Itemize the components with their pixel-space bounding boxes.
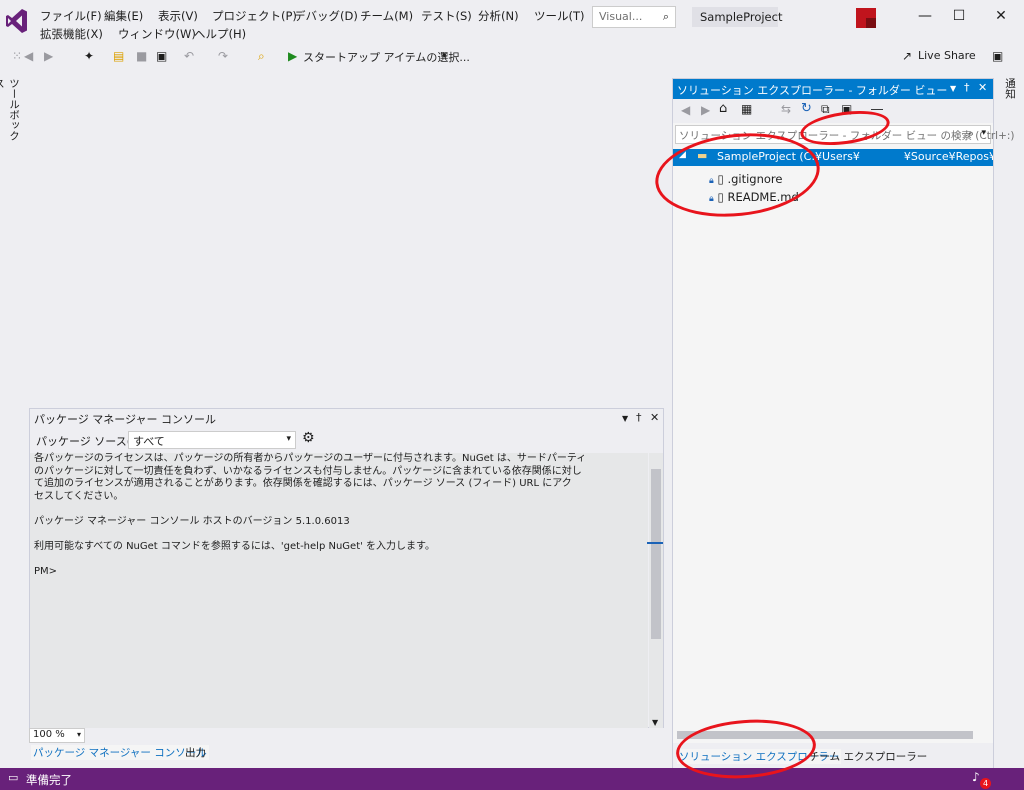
- menu-edit[interactable]: 編集(E): [104, 8, 143, 24]
- notifications-tab[interactable]: 通知: [1000, 78, 1018, 108]
- save-icon[interactable]: ■: [136, 49, 147, 63]
- menu-debug[interactable]: デバッグ(D): [294, 8, 358, 24]
- bottom-tab-strip: パッケージ マネージャー コンソール 出力: [29, 743, 664, 763]
- package-source-row: パッケージ ソース(K): すべて ▾ ⚙: [30, 429, 663, 453]
- search-icon: ⌕: [662, 10, 669, 23]
- toolbox-tab[interactable]: ツールボックス: [0, 78, 22, 148]
- menu-extensions[interactable]: 拡張機能(X): [40, 26, 103, 42]
- console-prompt: PM>: [34, 565, 58, 577]
- scroll-marker: [647, 542, 663, 544]
- console-line: 利用可能なすべての NuGet コマンドを参照するには、'get-help Nu…: [34, 540, 436, 552]
- undo-icon[interactable]: ↶: [184, 49, 194, 63]
- back-icon[interactable]: ◀: [681, 103, 690, 117]
- console-output[interactable]: 各パッケージのライセンスは、パッケージの所有者からパッケージのユーザーに付与され…: [30, 453, 648, 729]
- console-line: 各パッケージのライセンスは、パッケージの所有者からパッケージのユーザーに付与され…: [34, 453, 587, 464]
- pin-icon[interactable]: †: [964, 81, 970, 94]
- quick-search-input[interactable]: Visual... ⌕: [592, 6, 676, 28]
- notification-count-badge: 4: [980, 778, 991, 789]
- live-share-icon[interactable]: ↗: [902, 49, 912, 63]
- quick-search-placeholder: Visual...: [599, 10, 643, 23]
- close-panel-icon[interactable]: ✕: [650, 411, 659, 424]
- live-share-button[interactable]: Live Share: [918, 49, 976, 62]
- open-file-icon[interactable]: ▤: [113, 49, 124, 63]
- close-icon[interactable]: ✕: [984, 4, 1018, 28]
- chevron-down-icon[interactable]: ▼: [622, 414, 628, 423]
- standard-toolbar: [0, 46, 1024, 68]
- status-icon: ▭: [8, 771, 19, 784]
- forward-icon[interactable]: ▶: [701, 103, 710, 117]
- status-bar: ▭ 準備完了 ♪ 4: [0, 768, 1024, 790]
- menu-project[interactable]: プロジェクト(P): [212, 8, 297, 24]
- project-name-badge: SampleProject: [692, 7, 782, 27]
- scroll-down-icon[interactable]: ▼: [652, 718, 658, 727]
- status-text: 準備完了: [26, 773, 72, 787]
- minimize-icon[interactable]: —: [908, 4, 942, 28]
- menu-file[interactable]: ファイル(F): [40, 8, 102, 24]
- menu-team[interactable]: チーム(M): [360, 8, 413, 24]
- solution-explorer-title: ソリューション エクスプローラー - フォルダー ビュー: [677, 84, 948, 97]
- zoom-value: 100 %: [33, 729, 65, 740]
- sync-icon[interactable]: ⇆: [781, 102, 791, 116]
- console-line: セスしてください。: [34, 490, 124, 502]
- new-project-icon[interactable]: ✦: [84, 49, 94, 63]
- back-icon[interactable]: ◀: [24, 49, 33, 63]
- switch-views-icon[interactable]: ▦: [741, 102, 752, 116]
- close-panel-icon[interactable]: ✕: [978, 81, 987, 94]
- vertical-scrollbar[interactable]: ▼: [647, 453, 663, 729]
- refresh-icon[interactable]: ↻: [801, 101, 812, 116]
- menu-analyze[interactable]: 分析(N): [478, 8, 519, 24]
- maximize-icon[interactable]: ☐: [942, 4, 976, 28]
- tab-package-manager-console[interactable]: パッケージ マネージャー コンソール: [31, 745, 209, 760]
- find-in-files-icon[interactable]: ⌕: [258, 49, 265, 64]
- search-icon: ⌕: [967, 127, 974, 140]
- solution-explorer-header: ソリューション エクスプローラー - フォルダー ビュー ▼ † ✕: [673, 79, 993, 99]
- package-manager-header: パッケージ マネージャー コンソール ▼ † ✕: [30, 409, 663, 427]
- feedback-icon[interactable]: ▣: [992, 49, 1003, 63]
- home-icon[interactable]: ⌂: [719, 101, 727, 116]
- package-source-value: すべて: [133, 435, 165, 448]
- menu-tools[interactable]: ツール(T): [534, 8, 585, 24]
- package-manager-title: パッケージ マネージャー コンソール: [34, 413, 217, 426]
- toolbar-grip: ⁙: [12, 49, 23, 63]
- menu-help[interactable]: ヘルプ(H): [194, 26, 246, 42]
- account-avatar-icon[interactable]: [856, 8, 876, 28]
- tab-team-explorer[interactable]: チーム エクスプローラー: [809, 749, 927, 764]
- visual-studio-logo-icon: [6, 9, 27, 33]
- chevron-down-icon[interactable]: ▾: [442, 51, 447, 61]
- console-line: て追加のライセンスが適用されることがあります。依存関係を確認するには、パッケージ…: [34, 478, 572, 489]
- package-manager-console-panel: パッケージ マネージャー コンソール ▼ † ✕ パッケージ ソース(K): す…: [29, 408, 664, 729]
- save-all-icon[interactable]: ▣: [156, 49, 167, 63]
- chevron-down-icon: ▾: [76, 730, 81, 739]
- console-line: パッケージ マネージャー コンソール ホストのバージョン 5.1.0.6013: [34, 515, 350, 527]
- zoom-bar: 100 % ▾: [29, 728, 664, 743]
- scrollbar-thumb[interactable]: [651, 469, 661, 639]
- notification-bell-icon[interactable]: ♪: [972, 770, 980, 784]
- tab-output[interactable]: 出力: [185, 745, 206, 760]
- menu-test[interactable]: テスト(S): [421, 8, 472, 24]
- start-icon[interactable]: ▶: [288, 49, 297, 63]
- chevron-down-icon: ▾: [286, 434, 291, 444]
- package-source-select[interactable]: すべて ▾: [128, 431, 296, 449]
- pin-icon[interactable]: †: [636, 411, 642, 424]
- chevron-down-icon[interactable]: ▾: [981, 128, 986, 138]
- settings-gear-icon[interactable]: ⚙: [302, 430, 315, 446]
- menu-view[interactable]: 表示(V): [158, 8, 198, 24]
- chevron-down-icon[interactable]: ▼: [950, 84, 956, 93]
- zoom-select[interactable]: 100 % ▾: [29, 728, 85, 743]
- redo-icon[interactable]: ↷: [218, 49, 228, 63]
- forward-icon[interactable]: ▶: [44, 49, 53, 63]
- console-line: のパッケージに対して一切責任を負わず、いかなるライセンスも付与しません。パッケー…: [34, 465, 582, 477]
- menu-window[interactable]: ウィンドウ(W): [118, 26, 196, 42]
